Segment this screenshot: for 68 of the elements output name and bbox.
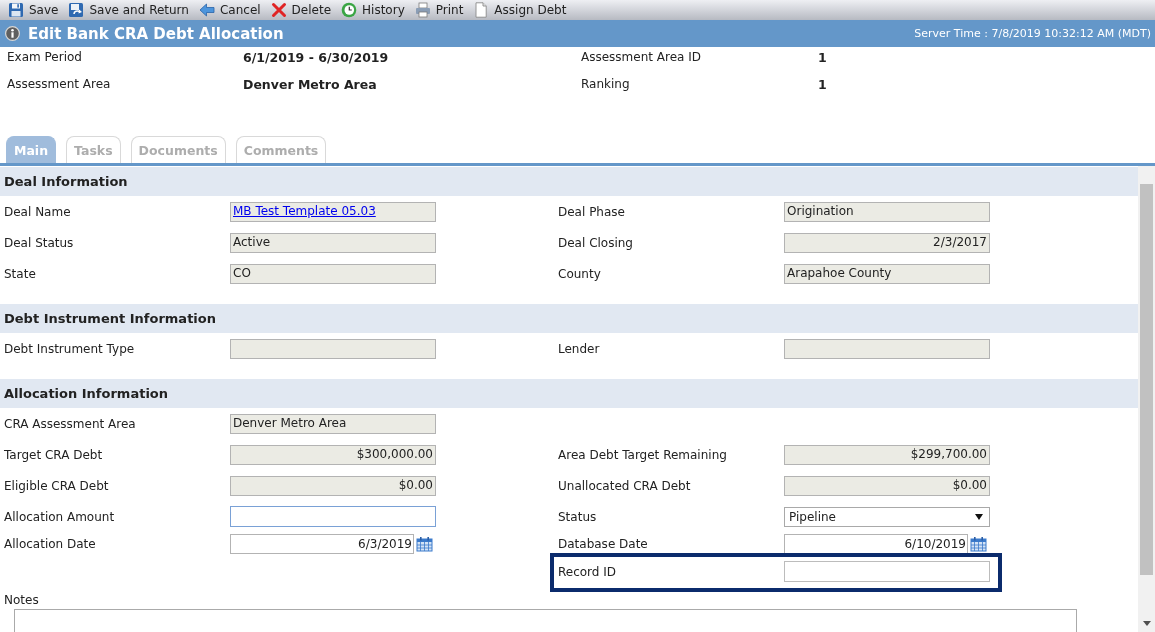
page-title: Edit Bank CRA Debt Allocation <box>28 24 284 43</box>
field-label: Target CRA Debt <box>4 447 104 462</box>
scrollbar[interactable] <box>1138 166 1155 632</box>
field-label: Deal Status <box>4 235 75 250</box>
field-label: State <box>4 266 37 281</box>
field-label: Record ID <box>558 564 618 579</box>
readonly-field: Denver Metro Area <box>230 413 436 434</box>
summary-label: Exam Period <box>7 50 82 64</box>
readonly-field: $0.00 <box>230 475 436 496</box>
date-field[interactable]: 6/10/2019 <box>784 534 968 554</box>
field-label: County <box>558 266 602 281</box>
toolbar-button[interactable]: Print <box>409 0 469 20</box>
field-label: Deal Phase <box>558 204 626 219</box>
readonly-field: $0.00 <box>784 475 990 496</box>
document-icon <box>473 2 490 18</box>
summary-label: Ranking <box>581 77 630 91</box>
field-label: Deal Name <box>4 204 72 219</box>
scrollbar-thumb[interactable] <box>1140 184 1153 575</box>
field-label: Allocation Amount <box>4 509 116 524</box>
server-time: Server Time : 7/8/2019 10:32:12 AM (MDT) <box>914 27 1151 40</box>
readonly-field: Origination <box>784 201 990 222</box>
section-header: Debt Instrument Information <box>0 304 1138 333</box>
field-label: Area Debt Target Remaining <box>558 447 728 462</box>
readonly-field: $299,700.00 <box>784 444 990 465</box>
calendar-icon[interactable] <box>970 536 987 552</box>
status-select[interactable]: Pipeline <box>784 506 990 527</box>
toolbar-button[interactable]: Cancel <box>193 0 266 20</box>
readonly-field: $300,000.00 <box>230 444 436 465</box>
field-label: Status <box>558 509 598 524</box>
toolbar-button[interactable]: Save and Return <box>63 0 194 20</box>
text-input[interactable] <box>784 561 990 582</box>
toolbar-button[interactable]: History <box>336 0 410 20</box>
summary-label: Assessment Area ID <box>581 50 701 64</box>
readonly-field: Active <box>230 232 436 253</box>
field-label: Allocation Date <box>4 537 97 551</box>
field-label: Unallocated CRA Debt <box>558 478 692 493</box>
field-label: Lender <box>558 341 601 356</box>
summary-value: Denver Metro Area <box>243 76 377 92</box>
calendar-icon[interactable] <box>416 536 433 552</box>
toolbar-button[interactable]: Save <box>3 0 64 20</box>
summary-value: 6/1/2019 - 6/30/2019 <box>243 49 389 65</box>
field-label: CRA Assessment Area <box>4 416 137 431</box>
left-arrow-icon <box>198 2 215 18</box>
readonly-field: Arapahoe County <box>784 263 990 284</box>
caret-icon <box>975 513 983 520</box>
toolbar-button[interactable]: Assign Debt <box>468 0 572 20</box>
section-header: Deal Information <box>0 167 1138 196</box>
toolbar-button[interactable]: Delete <box>265 0 337 20</box>
scroll-down-arrow-icon[interactable] <box>1142 621 1151 626</box>
field-label: Eligible CRA Debt <box>4 478 110 493</box>
clock-icon <box>341 2 358 18</box>
summary-value: 1 <box>818 76 827 92</box>
cross-icon <box>270 2 287 18</box>
section-header: Allocation Information <box>0 379 1138 408</box>
readonly-field: 2/3/2017 <box>784 232 990 253</box>
printer-icon <box>414 2 431 18</box>
summary-value: 1 <box>818 49 827 65</box>
notes-field[interactable] <box>14 609 1077 632</box>
text-input[interactable] <box>230 506 436 527</box>
field-label: Notes <box>4 593 39 607</box>
deal-link[interactable]: MB Test Template 05.03 <box>233 203 376 218</box>
field-label: Deal Closing <box>558 235 634 250</box>
summary-label: Assessment Area <box>7 77 111 91</box>
info-icon <box>5 26 20 41</box>
readonly-field: CO <box>230 263 436 284</box>
date-field[interactable]: 6/3/2019 <box>230 534 414 554</box>
field-label: Database Date <box>558 537 649 551</box>
field-label: Debt Instrument Type <box>4 341 136 356</box>
